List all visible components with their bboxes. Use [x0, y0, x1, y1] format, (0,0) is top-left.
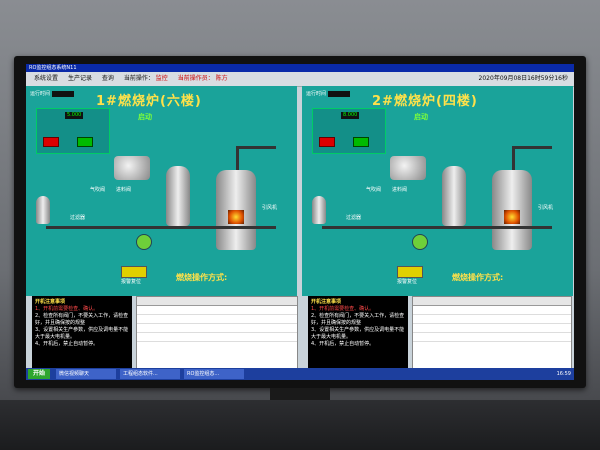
status-prefix: 当前操作： [123, 75, 154, 82]
start-button[interactable] [77, 137, 93, 147]
alarm-reset-button[interactable] [121, 266, 147, 278]
stop-button[interactable] [43, 137, 59, 147]
notes-line: 4、开机后，禁止自动暂停。 [35, 341, 99, 347]
table-row [137, 306, 297, 315]
alarm-reset-label: 报警复位 [121, 279, 142, 285]
table-header [137, 297, 297, 306]
log-table-2[interactable] [412, 296, 572, 370]
startup-notes-2: 开机注意事项 1、开机前需要检查、确认。 2、检查所有阀门，不要关入工作，请检查… [308, 296, 408, 368]
window-titlebar: RO监控组态系统N11 [26, 64, 574, 72]
boiler-tank-icon [442, 166, 466, 226]
stop-button[interactable] [319, 137, 335, 147]
notes-title: 开机注意事项 [311, 299, 342, 305]
datetime: 2020年09月08日16时59分16秒 [478, 75, 568, 82]
feed-label: 进料阀 [116, 187, 132, 193]
table-row [137, 324, 297, 333]
start-stop-label: 启动 [138, 113, 152, 121]
window-title: RO监控组态系统N11 [29, 65, 77, 71]
start-button[interactable] [353, 137, 369, 147]
table-row [137, 333, 297, 342]
pipe [512, 146, 552, 149]
furnace-panel-1: 运行时间 1#燃烧炉(六楼) 5.000 启动 过滤器 进料阀 气吹阀 引风机 … [26, 86, 297, 296]
notes-line: 1、开机前需要检查、确认。 [35, 306, 99, 312]
desk [0, 400, 600, 450]
notes-line: 1、开机前需要检查、确认。 [311, 306, 375, 312]
operation-mode-label: 燃烧操作方式: [176, 273, 228, 282]
pump-label: 气吹阀 [90, 187, 106, 193]
log-table-1[interactable] [136, 296, 298, 370]
alarm-reset-label: 报警复位 [397, 279, 418, 285]
table-row [413, 306, 571, 315]
notes-line: 2、检查所有阀门，不要关入工作，请检查好，并且确保按的规整 [35, 313, 129, 326]
fan-label: 引风机 [538, 205, 554, 211]
menu-item-records[interactable]: 生产记录 [68, 72, 92, 86]
taskbar-item[interactable]: 微信视频聊天 [56, 369, 116, 379]
furnace-panel-2: 运行时间 2#燃烧炉(四楼) 8.000 启动 过滤器 进料阀 气吹阀 引风机 … [302, 86, 573, 296]
notes-line: 2、检查所有阀门，不要关入工作，请检查好，并且确保按的规整 [311, 313, 405, 326]
panel-title: 1#燃烧炉(六楼) [96, 94, 202, 109]
burner-icon [390, 156, 426, 180]
panel-title: 2#燃烧炉(四楼) [372, 94, 478, 109]
menu-bar: 系统设置 生产记录 查询 当前操作： 监控 当前操作员： 陈方 2020年09月… [26, 72, 574, 87]
pipe [512, 146, 515, 170]
taskbar-item[interactable]: RO监控组态... [184, 369, 244, 379]
notes-line: 4、开机后，禁止自动暂停。 [311, 341, 375, 347]
control-box: 5.000 [36, 108, 110, 154]
taskbar-item[interactable]: 工程组态软件... [120, 369, 180, 379]
start-stop-label: 启动 [414, 113, 428, 121]
runtime-display [328, 90, 351, 97]
filter-label: 过滤器 [346, 215, 362, 221]
operation-mode-label: 燃烧操作方式: [452, 273, 504, 282]
runtime-label: 运行时间 [306, 90, 351, 97]
pump-label: 气吹阀 [366, 187, 382, 193]
flame-icon [504, 210, 520, 224]
operator-name: 陈方 [215, 75, 228, 82]
monitor-screen: RO监控组态系统N11 系统设置 生产记录 查询 当前操作： 监控 当前操作员：… [26, 64, 574, 380]
pipe [322, 226, 552, 229]
alarm-reset-button[interactable] [397, 266, 423, 278]
menu-item-query[interactable]: 查询 [102, 72, 114, 86]
taskbar-clock: 16:59 [556, 371, 571, 377]
taskbar: 开始 微信视频聊天 工程组态软件... RO监控组态... 16:59 [26, 368, 574, 380]
table-row [413, 315, 571, 324]
pipe [236, 146, 276, 149]
frequency-display: 5.000 [65, 112, 84, 119]
frequency-display: 8.000 [341, 112, 360, 119]
control-box: 8.000 [312, 108, 386, 154]
table-header [413, 297, 571, 306]
notes-line: 3、设置相关生产参数，供应及调电量不能大于最大电机量。 [35, 327, 129, 340]
fan-icon[interactable] [136, 234, 152, 250]
menu-item-settings[interactable]: 系统设置 [34, 72, 58, 86]
burner-icon [114, 156, 150, 180]
pipe [236, 146, 239, 170]
operator-prefix: 当前操作员： [177, 75, 214, 82]
table-row [413, 324, 571, 333]
status-value: 监控 [155, 75, 168, 82]
storage-tank-icon [312, 196, 326, 224]
startup-notes-1: 开机注意事项 1、开机前需要检查、确认。 2、检查所有阀门，不要关入工作，请检查… [32, 296, 132, 368]
fan-label: 引风机 [262, 205, 278, 211]
storage-tank-icon [36, 196, 50, 224]
table-row [137, 315, 297, 324]
boiler-tank-icon [166, 166, 190, 226]
notes-line: 3、设置相关生产参数，供应及调电量不能大于最大电机量。 [311, 327, 405, 340]
start-button[interactable]: 开始 [28, 369, 50, 379]
feed-label: 进料阀 [392, 187, 408, 193]
table-row [413, 333, 571, 342]
runtime-label: 运行时间 [30, 90, 75, 97]
flame-icon [228, 210, 244, 224]
pipe [46, 226, 276, 229]
fan-icon[interactable] [412, 234, 428, 250]
runtime-display [52, 90, 75, 97]
notes-title: 开机注意事项 [35, 299, 66, 305]
filter-label: 过滤器 [70, 215, 86, 221]
